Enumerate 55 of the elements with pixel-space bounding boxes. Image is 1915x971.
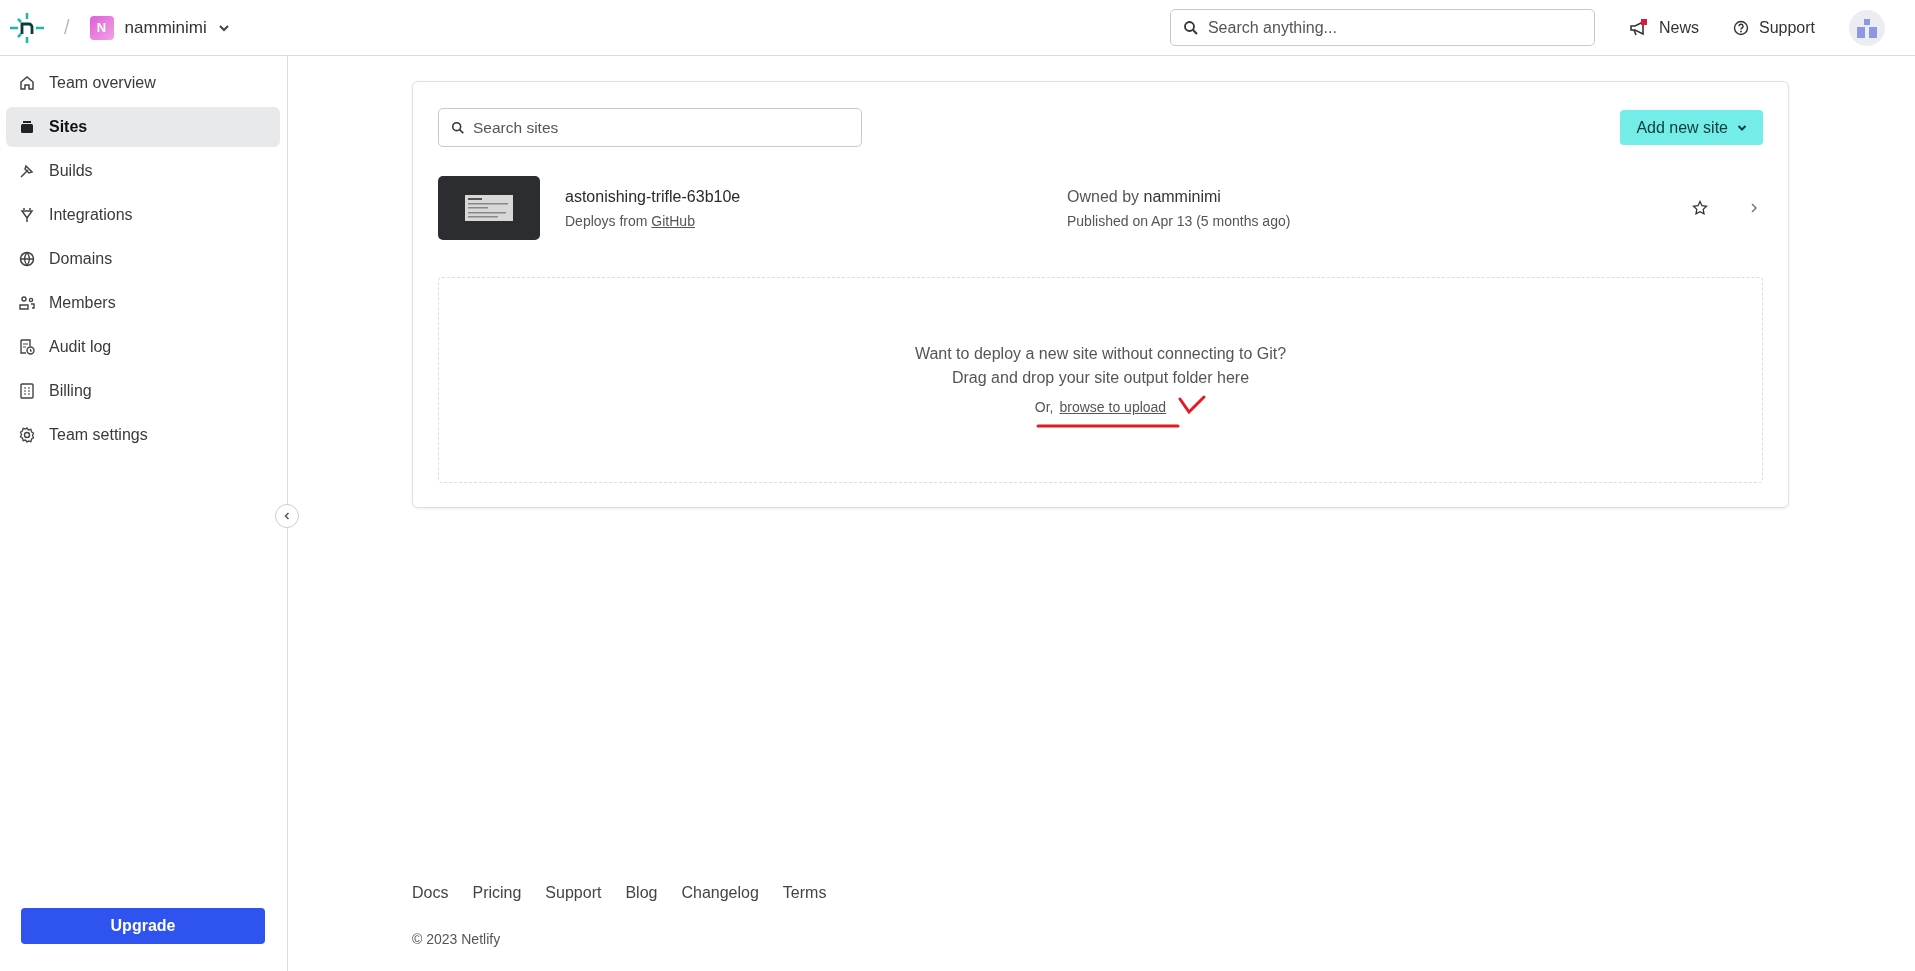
breadcrumb-separator: / — [64, 16, 70, 39]
people-icon — [18, 294, 36, 312]
browse-to-upload-link[interactable]: browse to upload — [1059, 399, 1167, 415]
drop-zone-hint: Drag and drop your site output folder here — [951, 369, 1250, 387]
copyright-text: © 2023 Netlify — [412, 931, 502, 947]
sidebar-item[interactable]: Builds — [6, 151, 280, 191]
site-name-link[interactable]: astonishing-trifle-63b10e — [565, 187, 1067, 206]
site-owner: Owned by namminimi — [1067, 187, 1222, 206]
globe-icon — [18, 250, 36, 268]
footer-link[interactable]: Blog — [625, 884, 658, 902]
github-link[interactable]: GitHub — [651, 212, 695, 229]
home-icon — [18, 74, 36, 92]
check-mark-icon — [1178, 395, 1207, 415]
footer-link[interactable]: Docs — [412, 884, 449, 902]
search-field[interactable]: Search anything... — [1169, 9, 1595, 46]
user-avatar[interactable] — [1849, 9, 1885, 46]
team-avatar: N — [89, 15, 114, 40]
logo-icon[interactable] — [10, 12, 44, 43]
sidebar-item[interactable]: Team settings — [6, 415, 280, 455]
sidebar-item[interactable]: Domains — [6, 239, 280, 279]
star-button[interactable] — [1692, 200, 1708, 216]
footer-link[interactable]: Pricing — [472, 884, 522, 902]
add-new-site-button[interactable]: Add new site — [1620, 110, 1763, 145]
receipt-icon — [18, 382, 36, 400]
search-sites-field[interactable]: Search sites — [438, 108, 862, 147]
news-link[interactable]: News — [1628, 18, 1699, 37]
help-icon — [1732, 19, 1749, 36]
stack-icon — [18, 118, 36, 136]
caret-icon — [1737, 123, 1747, 132]
hammer-icon — [18, 162, 36, 180]
upgrade-button[interactable]: Upgrade — [21, 908, 265, 944]
team-switcher[interactable]: N namminimi — [89, 15, 230, 40]
sidebar-item[interactable]: Integrations — [6, 195, 280, 235]
sidebar-item[interactable]: Billing — [6, 371, 280, 411]
chevron-down-icon — [217, 23, 230, 32]
plug-icon — [18, 206, 36, 224]
or-label: Or, — [1034, 399, 1054, 415]
settings-icon — [18, 426, 36, 444]
collapse-sidebar-button[interactable] — [275, 504, 299, 528]
deploy-source-label: Deploys from — [565, 212, 648, 229]
footer-link[interactable]: Terms — [782, 884, 827, 902]
chevron-right-icon[interactable] — [1750, 202, 1758, 214]
footer-link[interactable]: Support — [545, 884, 602, 902]
megaphone-icon — [1628, 18, 1649, 37]
chevron-left-icon — [282, 511, 292, 521]
drop-zone[interactable]: Want to deploy a new site without connecting to Git? Drag and drop your site output folder here Or, browse to upload — [438, 277, 1763, 483]
sidebar-item[interactable]: Members — [6, 283, 280, 323]
drop-zone-title: Want to deploy a new site without connecting to Git? — [914, 345, 1287, 363]
sidebar-item[interactable]: Audit log — [6, 327, 280, 367]
publish-date: Published on Apr 13 (5 months ago) — [1067, 212, 1292, 229]
support-link[interactable]: Support — [1732, 18, 1815, 37]
document-clock-icon — [18, 338, 36, 356]
sidebar-item[interactable]: Team overview — [6, 63, 280, 103]
sidebar-item[interactable]: Sites — [6, 107, 280, 147]
footer-link[interactable]: Changelog — [681, 884, 759, 902]
